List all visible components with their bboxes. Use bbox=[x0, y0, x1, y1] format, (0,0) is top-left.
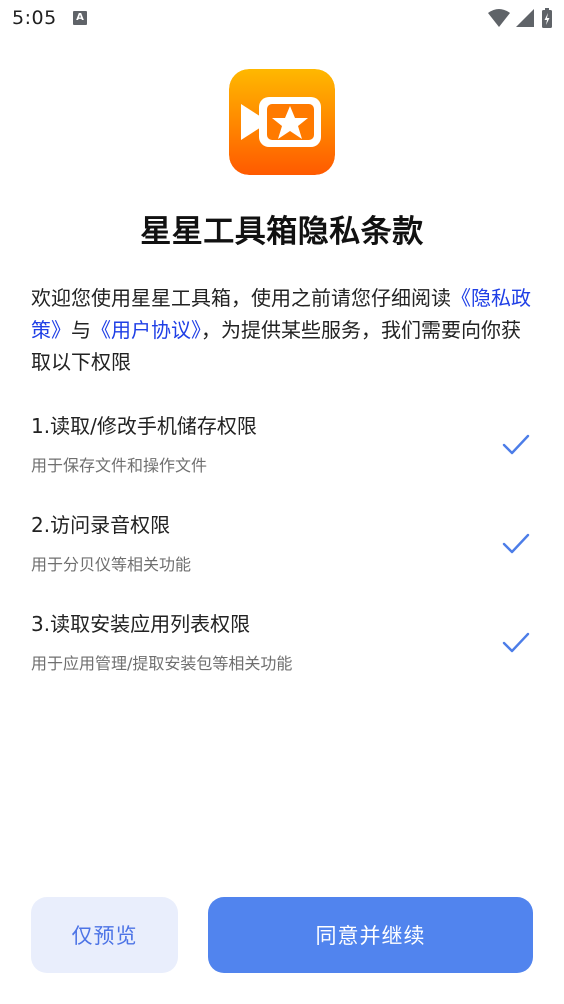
permission-item-app-list: 3.读取安装应用列表权限 用于应用管理/提取安装包等相关功能 bbox=[31, 608, 534, 688]
permission-item-audio: 2.访问录音权限 用于分贝仪等相关功能 bbox=[31, 509, 534, 589]
page-title: 星星工具箱隐私条款 bbox=[140, 214, 424, 250]
status-icons bbox=[486, 7, 556, 31]
intro-text: 欢迎您使用星星工具箱，使用之前请您仔细阅读《隐私政策》与《用户协议》，为提供某些… bbox=[31, 282, 531, 378]
preview-only-button[interactable]: 仅预览 bbox=[31, 897, 178, 973]
notification-a-letter: A bbox=[76, 12, 84, 23]
permission-title: 1.读取/修改手机储存权限 bbox=[31, 414, 257, 438]
intro-before: 欢迎您使用星星工具箱，使用之前请您仔细阅读 bbox=[31, 286, 451, 310]
permission-item-storage: 1.读取/修改手机储存权限 用于保存文件和操作文件 bbox=[31, 410, 534, 490]
intro-conjunction: 与 bbox=[71, 318, 91, 342]
wifi-icon bbox=[488, 9, 510, 27]
status-bar: 5:05 A bbox=[0, 0, 564, 38]
app-logo-icon bbox=[229, 69, 335, 175]
permission-title: 3.读取安装应用列表权限 bbox=[31, 612, 251, 636]
permission-desc: 用于应用管理/提取安装包等相关功能 bbox=[31, 654, 293, 673]
check-icon bbox=[502, 434, 530, 455]
agree-continue-button[interactable]: 同意并继续 bbox=[208, 897, 533, 973]
notification-a-icon: A bbox=[73, 11, 87, 25]
permission-title: 2.访问录音权限 bbox=[31, 513, 171, 537]
permission-desc: 用于保存文件和操作文件 bbox=[31, 456, 208, 475]
check-icon bbox=[502, 533, 530, 554]
battery-charging-icon bbox=[542, 8, 552, 28]
permission-desc: 用于分贝仪等相关功能 bbox=[31, 555, 192, 574]
signal-icon bbox=[516, 9, 534, 27]
user-agreement-link[interactable]: 《用户协议》 bbox=[91, 318, 201, 342]
status-time: 5:05 bbox=[12, 7, 57, 29]
check-icon bbox=[502, 632, 530, 653]
